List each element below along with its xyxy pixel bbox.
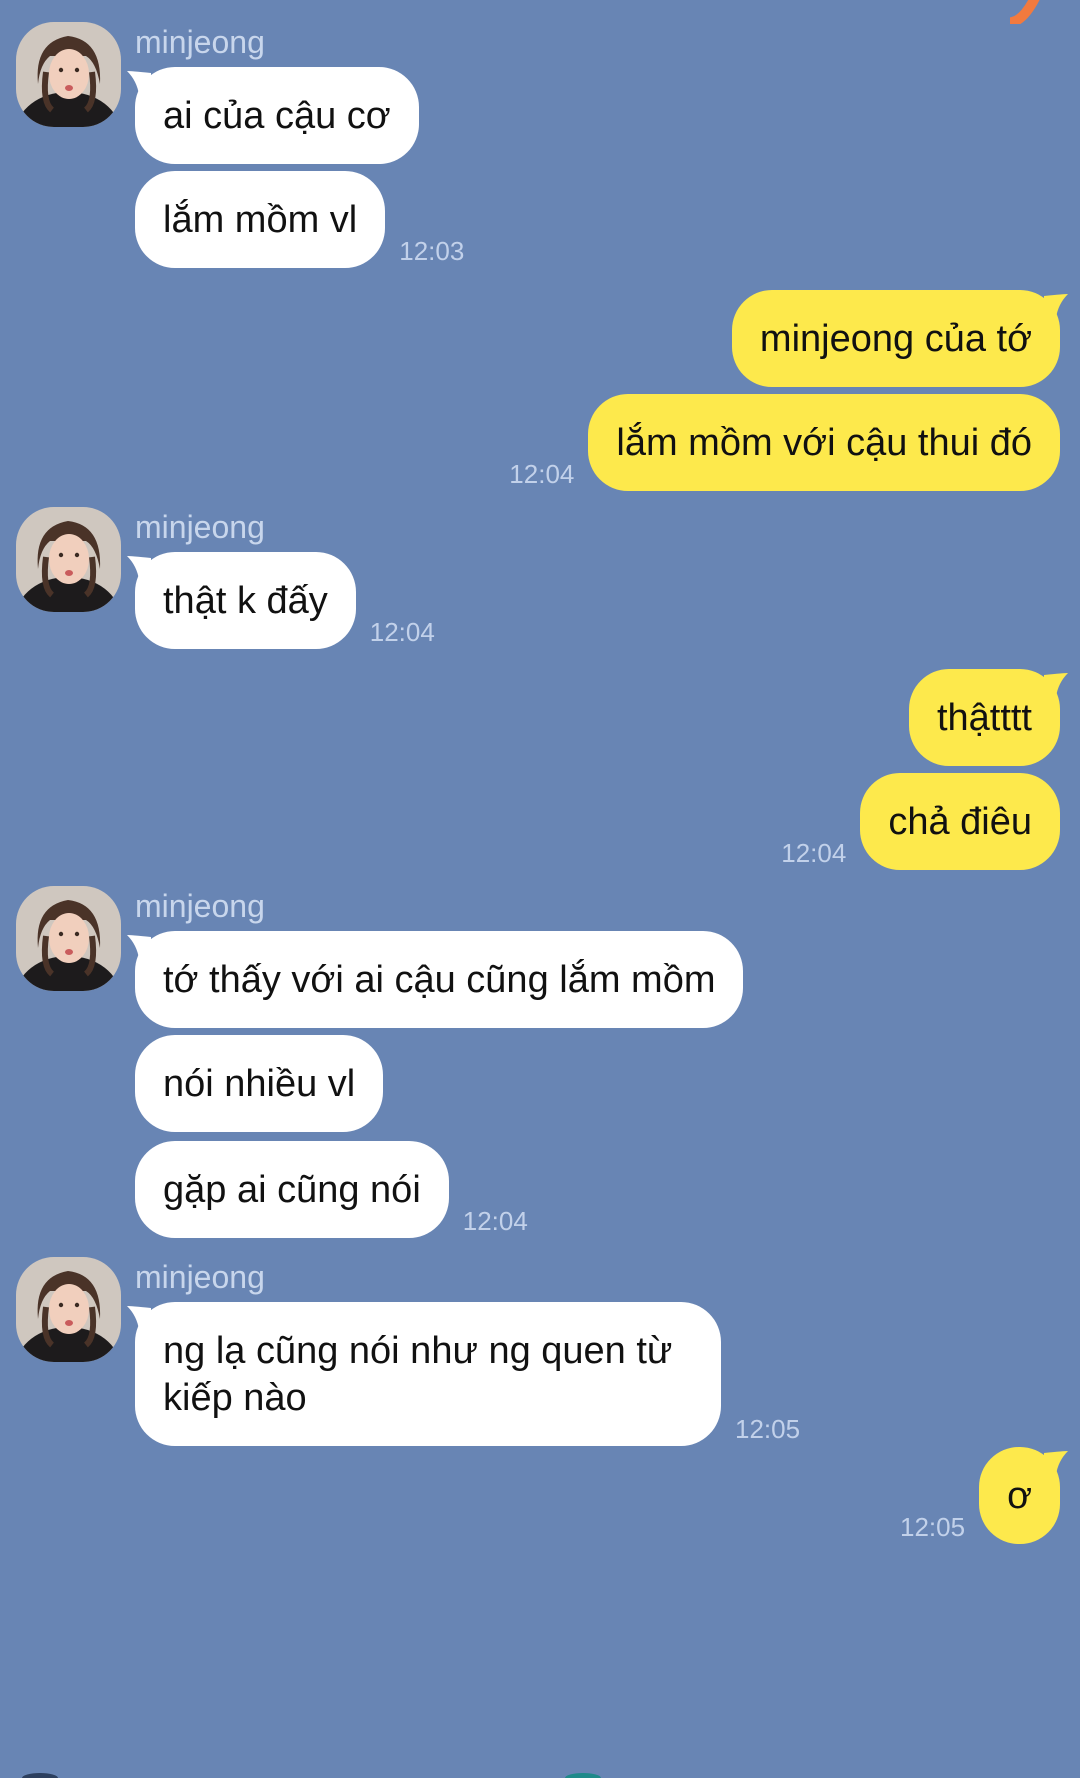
avatar-photo-icon (16, 886, 121, 991)
message-row: gặp ai cũng nói 12:04 (135, 1141, 528, 1238)
message-row: 12:05 ơ (900, 1447, 1068, 1544)
message-bubble[interactable]: thậtttt (908, 669, 1068, 766)
message-text: ơ (1007, 1475, 1032, 1517)
message-row: tớ thấy với ai cậu cũng lắm mồm (127, 931, 744, 1028)
sender-name: minjeong (135, 1259, 265, 1295)
message-row: 12:04 lắm mồm với cậu thui đó (509, 394, 1060, 491)
bottom-edge-divider (22, 1773, 601, 1778)
message-row: 12:04 chả điêu (781, 773, 1060, 870)
message-bubble[interactable]: lắm mồm vl (135, 171, 386, 268)
message-row: ng lạ cũng nói như ng quen từ kiếp nào 1… (127, 1302, 801, 1446)
message-text: lắm mồm vl (163, 199, 358, 241)
message-text: chả điêu (888, 801, 1032, 843)
message-text: ng lạ cũng nói như ng quen từ kiếp nào (163, 1330, 673, 1419)
timestamp: 12:03 (399, 236, 465, 266)
message-row: nói nhiều vl (135, 1035, 384, 1132)
message-bubble[interactable]: thật k đấy (127, 552, 356, 649)
bubble-tail-icon (127, 1306, 151, 1330)
message-bubble[interactable]: ng lạ cũng nói như ng quen từ kiếp nào (127, 1302, 721, 1446)
timestamp: 12:04 (369, 617, 435, 647)
message-row: thật k đấy 12:04 (127, 552, 435, 649)
timestamp: 12:04 (781, 838, 847, 868)
avatar[interactable] (16, 1257, 121, 1362)
timestamp: 12:05 (735, 1414, 801, 1444)
message-bubble[interactable]: tớ thấy với ai cậu cũng lắm mồm (127, 931, 744, 1028)
bubble-tail-icon (127, 935, 151, 959)
message-bubble[interactable]: nói nhiều vl (135, 1035, 384, 1132)
avatar-photo-icon (16, 1257, 121, 1362)
message-row: thậtttt (908, 669, 1068, 766)
avatar-photo-icon (16, 507, 121, 612)
message-text: tớ thấy với ai cậu cũng lắm mồm (163, 959, 716, 1001)
bubble-tail-icon (1044, 673, 1068, 697)
bubble-tail-icon (1044, 294, 1068, 318)
sender-name: minjeong (135, 24, 265, 60)
avatar[interactable] (16, 886, 121, 991)
sender-name: minjeong (135, 888, 265, 924)
message-text: ai của cậu cơ (163, 95, 391, 137)
message-bubble[interactable]: ơ (979, 1447, 1068, 1544)
bubble-tail-icon (1044, 1451, 1068, 1475)
message-text: lắm mồm với cậu thui đó (616, 422, 1032, 464)
message-text: gặp ai cũng nói (163, 1169, 421, 1211)
chat-view[interactable]: minjeong ai của cậu cơ lắm mồm vl 12:03 … (0, 0, 1080, 1778)
avatar-photo-icon (16, 22, 121, 127)
message-text: thật k đấy (163, 580, 328, 622)
sender-name: minjeong (135, 509, 265, 545)
message-text: thậtttt (936, 697, 1032, 739)
timestamp: 12:04 (462, 1206, 528, 1236)
orange-corner-icon (1010, 0, 1040, 24)
message-bubble[interactable]: chả điêu (860, 773, 1060, 870)
bubble-tail-icon (127, 71, 151, 95)
avatar[interactable] (16, 507, 121, 612)
message-text: minjeong của tớ (759, 318, 1032, 360)
message-bubble[interactable]: gặp ai cũng nói (135, 1141, 449, 1238)
bubble-tail-icon (127, 556, 151, 580)
message-text: nói nhiều vl (163, 1063, 356, 1105)
message-row: ai của cậu cơ (127, 67, 419, 164)
message-bubble[interactable]: ai của cậu cơ (127, 67, 419, 164)
timestamp: 12:04 (509, 459, 575, 489)
avatar[interactable] (16, 22, 121, 127)
timestamp: 12:05 (900, 1512, 966, 1542)
message-bubble[interactable]: lắm mồm với cậu thui đó (588, 394, 1060, 491)
message-bubble[interactable]: minjeong của tớ (731, 290, 1068, 387)
message-row: minjeong của tớ (731, 290, 1068, 387)
message-row: lắm mồm vl 12:03 (135, 171, 464, 268)
